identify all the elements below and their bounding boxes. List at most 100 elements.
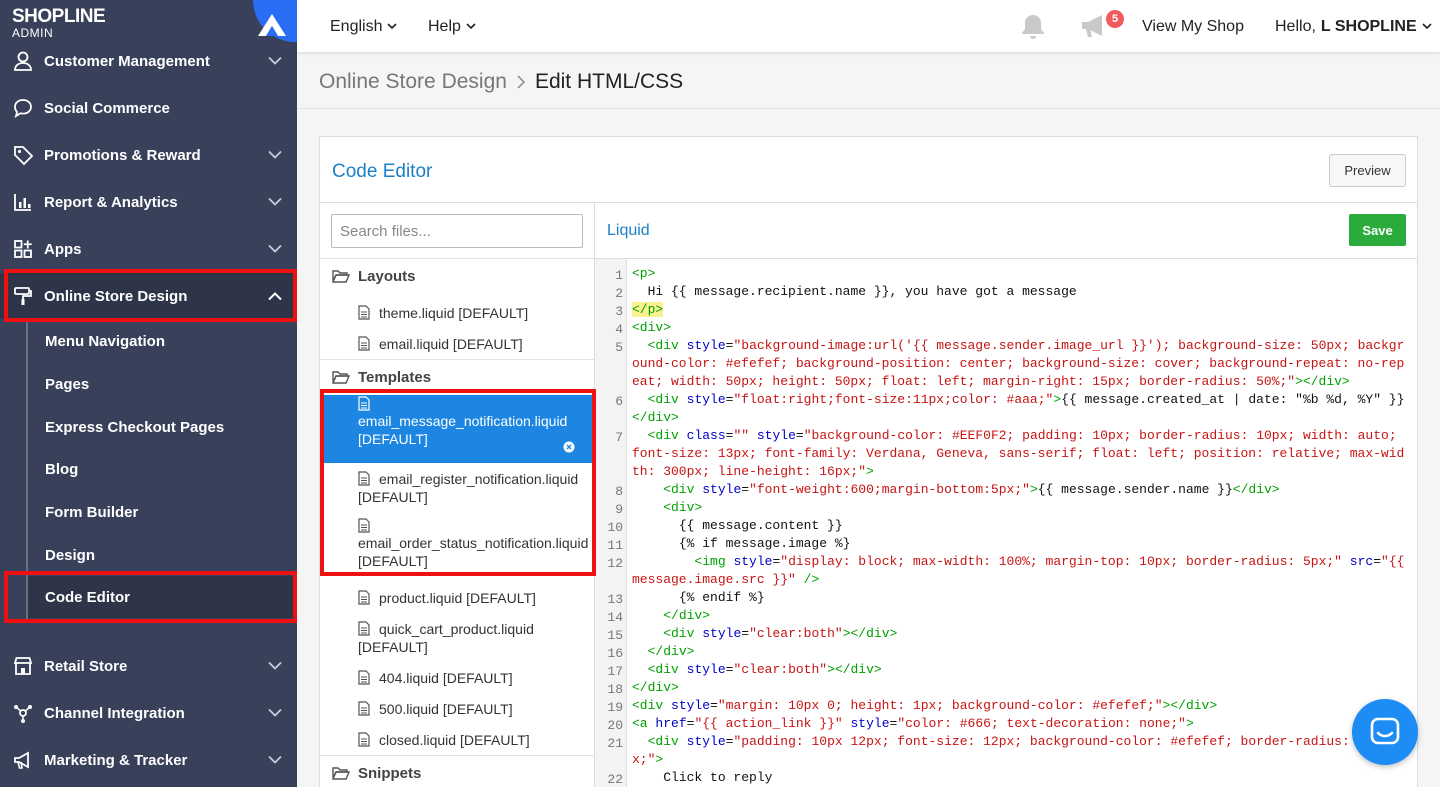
code-line: 15 <div style="clear:both"></div>	[607, 625, 1412, 643]
sidebar-item-label: Report & Analytics	[44, 193, 178, 211]
file-item-quick-cart-product[interactable]: quick_cart_product.liquid [DEFAULT]	[320, 618, 594, 662]
line-number: 10	[607, 520, 623, 535]
folder-snippets[interactable]: Snippets	[320, 755, 594, 787]
breadcrumb-parent-link[interactable]: Online Store Design	[319, 70, 507, 94]
file-label: email_register_notification.liquid	[379, 471, 579, 487]
chat-support-button[interactable]	[1352, 699, 1418, 765]
view-my-shop-link[interactable]: View My Shop	[1142, 0, 1244, 53]
sidebar-subitem-menu-navigation[interactable]: Menu Navigation	[28, 320, 293, 362]
language-label: English	[330, 17, 383, 35]
code-line: 5 <div style="background-image:url('{{ m…	[615, 337, 1412, 391]
brand-name: SHOPLINE	[12, 6, 106, 27]
file-icon	[358, 305, 370, 320]
chevron-down-icon	[466, 23, 476, 30]
code-line: 10 {{ message.content }}	[607, 517, 1412, 535]
subitem-label: Menu Navigation	[45, 332, 166, 350]
file-item-closed-liquid[interactable]: closed.liquid [DEFAULT]	[320, 729, 594, 755]
folder-label: Templates	[358, 368, 432, 386]
sidebar-subitem-express-checkout-pages[interactable]: Express Checkout Pages	[28, 406, 293, 448]
file-label: email_message_notification.liquid	[358, 413, 568, 429]
sidebar-subitem-pages[interactable]: Pages	[28, 363, 293, 405]
file-icon	[358, 336, 370, 351]
chevron-down-icon	[268, 56, 282, 65]
user-menu-dropdown[interactable]: Hello, L SHOPLINE	[1275, 0, 1432, 53]
shopline-logo[interactable]: SHOPLINE ADMIN	[12, 6, 106, 40]
line-number: 9	[615, 502, 623, 517]
sidebar-subitem-form-builder[interactable]: Form Builder	[28, 491, 293, 533]
file-label: 404.liquid [DEFAULT]	[379, 670, 513, 686]
code-line: 21 <div style="padding: 10px 12px; font-…	[607, 733, 1412, 769]
file-tag: [DEFAULT]	[358, 553, 428, 569]
panel-title: Code Editor	[332, 161, 433, 182]
language-dropdown[interactable]: English	[330, 0, 398, 53]
sidebar-item-social-commerce[interactable]: Social Commerce	[0, 85, 297, 131]
line-number: 5	[615, 340, 623, 355]
line-number: 13	[607, 592, 623, 607]
close-circle-icon[interactable]	[563, 441, 575, 453]
folder-open-icon	[332, 371, 350, 384]
sidebar-subitem-code-editor[interactable]: Code Editor	[28, 576, 293, 618]
file-icon	[358, 701, 370, 716]
code-line: 13 {% endif %}	[607, 589, 1412, 607]
file-item-email-message-notification[interactable]: email_message_notification.liquid [DEFAUL…	[320, 395, 594, 463]
chevron-down-icon	[268, 755, 282, 764]
sidebar-item-apps[interactable]: Apps	[0, 226, 297, 272]
search-files-input[interactable]	[331, 214, 583, 248]
file-item-product-liquid[interactable]: product.liquid [DEFAULT]	[320, 587, 594, 613]
megaphone-icon	[14, 751, 29, 769]
sidebar-subitem-blog[interactable]: Blog	[28, 448, 293, 490]
file-item-404-liquid[interactable]: 404.liquid [DEFAULT]	[320, 667, 594, 693]
file-item-email-liquid[interactable]: email.liquid [DEFAULT]	[320, 333, 594, 359]
subitem-label: Express Checkout Pages	[45, 418, 225, 436]
file-label: email_order_status_notification.liquid	[358, 535, 589, 551]
sidebar-item-channel-integration[interactable]: Channel Integration	[0, 690, 297, 736]
greeting-label: Hello,	[1275, 17, 1316, 35]
subitem-label: Blog	[45, 460, 79, 478]
folder-open-icon	[332, 270, 350, 283]
breadcrumb: Online Store Design Edit HTML/CSS	[319, 67, 683, 97]
file-item-email-register-notification[interactable]: email_register_notification.liquid [DEFAU…	[320, 468, 594, 512]
folder-layouts[interactable]: Layouts	[320, 258, 594, 293]
folder-templates[interactable]: Templates	[320, 359, 594, 394]
code-line: 18 </div>	[607, 679, 1412, 697]
sidebar: SHOPLINE ADMIN Customer Management Socia…	[0, 0, 297, 787]
sidebar-item-customer-management[interactable]: Customer Management	[0, 38, 297, 84]
bar-chart-icon	[14, 194, 31, 211]
sidebar-item-online-store-design[interactable]: Online Store Design	[0, 273, 297, 319]
folder-label: Snippets	[358, 764, 422, 782]
chevron-down-icon	[268, 661, 282, 670]
store-icon	[13, 657, 33, 675]
notification-count-badge: 5	[1106, 10, 1124, 28]
shopline-mark-icon	[253, 0, 297, 42]
file-item-email-order-status-notification[interactable]: email_order_status_notification.liquid [D…	[320, 517, 594, 575]
folder-label: Layouts	[358, 267, 416, 285]
code-line: 16 </div>	[607, 643, 1412, 661]
file-icon	[358, 518, 370, 533]
sidebar-item-retail-store[interactable]: Retail Store	[0, 643, 297, 689]
line-number: 22	[607, 772, 623, 787]
file-tree: Layouts theme.liquid [DEFAULT] email.liq…	[320, 203, 595, 787]
sidebar-item-label: Online Store Design	[44, 287, 188, 305]
file-item-500-liquid[interactable]: 500.liquid [DEFAULT]	[320, 698, 594, 724]
line-number: 16	[607, 646, 623, 661]
code-text-area[interactable]: 1 <p> 2 Hi {{ message.recipient.name }}, …	[607, 265, 1412, 787]
sidebar-item-report-analytics[interactable]: Report & Analytics	[0, 179, 297, 225]
code-line: 20 <a href="{{ action_link }}" style="col…	[607, 715, 1412, 733]
preview-button[interactable]: Preview	[1329, 154, 1406, 187]
file-label-wrap: email_register_notification.liquid [DEFAU…	[358, 470, 590, 506]
bell-icon[interactable]	[1020, 13, 1046, 41]
file-item-theme-liquid[interactable]: theme.liquid [DEFAULT]	[320, 302, 594, 328]
file-icon	[358, 732, 370, 747]
code-editor-area: Liquid Save 1 <p> 2 Hi {{ message.recipie…	[595, 203, 1417, 787]
sidebar-item-marketing-tracker[interactable]: Marketing & Tracker	[0, 737, 297, 783]
sidebar-item-label: Apps	[44, 240, 82, 258]
line-number: 18	[607, 682, 623, 697]
help-dropdown[interactable]: Help	[428, 0, 476, 53]
sidebar-item-label: Marketing & Tracker	[44, 751, 188, 769]
save-button[interactable]: Save	[1349, 214, 1406, 246]
chat-icon	[1370, 717, 1400, 745]
sidebar-item-promotions-reward[interactable]: Promotions & Reward	[0, 132, 297, 178]
line-number: 8	[615, 484, 623, 499]
sidebar-subitem-design[interactable]: Design	[28, 534, 293, 576]
line-number: 11	[607, 538, 623, 553]
